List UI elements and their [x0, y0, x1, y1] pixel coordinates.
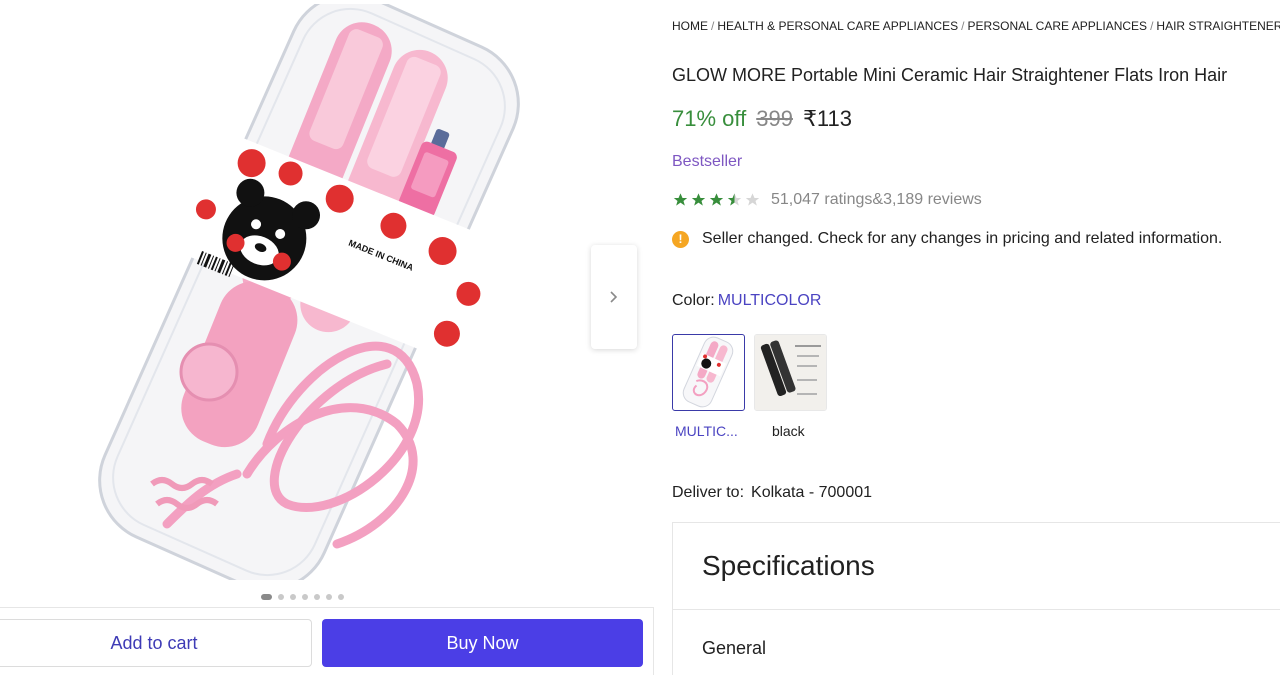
add-to-cart-button[interactable]: Add to cart	[0, 619, 312, 667]
color-selected-value: MULTICOLOR	[717, 292, 822, 309]
swatch-black-image	[755, 335, 826, 410]
ratings-separator: &	[872, 191, 884, 208]
buy-now-button[interactable]: Buy Now	[322, 619, 643, 667]
rating-row[interactable]: 51,047 ratings & 3,189 reviews	[672, 191, 982, 209]
bestseller-badge: Bestseller	[672, 153, 743, 170]
info-icon: !	[672, 230, 689, 248]
swatch-multicolor-image	[682, 336, 734, 408]
pager-dot[interactable]	[314, 594, 320, 600]
selling-price: ₹113	[802, 106, 853, 131]
swatch-black[interactable]	[754, 334, 827, 411]
pager-dot[interactable]	[302, 594, 308, 600]
deliver-to-value: Kolkata - 700001	[751, 484, 873, 501]
discount-percent: 71% off	[672, 106, 747, 131]
breadcrumb-personal-care[interactable]: PERSONAL CARE APPLIANCES	[967, 19, 1147, 33]
star-icon	[673, 193, 688, 206]
swatch-black-label: black	[772, 423, 805, 439]
star-icon	[691, 193, 706, 206]
ratings-count: 51,047 ratings	[771, 191, 873, 208]
seller-changed-notice: ! Seller changed. Check for any changes …	[672, 230, 1222, 248]
breadcrumb-hair-straighteners[interactable]: HAIR STRAIGHTENERS	[1156, 19, 1280, 33]
chevron-right-icon	[610, 291, 618, 303]
reviews-count: 3,189 reviews	[883, 191, 982, 208]
pager-dot[interactable]	[261, 594, 272, 600]
pager-dot[interactable]	[326, 594, 332, 600]
price-row: 71% off 399 ₹113	[672, 106, 852, 132]
pager-dot[interactable]	[338, 594, 344, 600]
swatch-multicolor-label: MULTIC...	[675, 423, 738, 439]
delivery-location[interactable]: Deliver to: Kolkata - 700001	[672, 484, 872, 502]
pager-dot[interactable]	[290, 594, 296, 600]
deliver-to-label: Deliver to:	[672, 484, 745, 501]
rating-stars	[672, 192, 761, 208]
product-details: HOME / HEALTH & PERSONAL CARE APPLIANCES / P…	[672, 0, 1280, 675]
breadcrumb-home[interactable]: HOME	[672, 19, 708, 33]
product-title: GLOW MORE Portable Mini Ceramic Hair Str…	[672, 65, 1228, 85]
notice-text: Seller changed. Check for any changes in…	[702, 230, 1223, 247]
color-label: Color:	[672, 292, 715, 309]
star-empty-icon	[745, 193, 760, 206]
specifications-section: Specifications General	[672, 522, 1280, 675]
purchase-action-bar: Add to cart Buy Now	[0, 607, 654, 675]
specifications-heading: Specifications	[702, 550, 875, 581]
next-image-button[interactable]	[591, 245, 637, 349]
swatch-multicolor[interactable]	[672, 334, 745, 411]
pager-dot[interactable]	[278, 594, 284, 600]
star-half-icon	[727, 193, 742, 206]
image-pager-dots	[261, 594, 344, 600]
breadcrumb: HOME / HEALTH & PERSONAL CARE APPLIANCES / P…	[672, 19, 1280, 33]
specifications-divider	[673, 609, 1280, 610]
specifications-general[interactable]: General	[702, 638, 766, 659]
star-icon	[709, 193, 724, 206]
mrp-price: 399	[756, 106, 793, 131]
color-selector-label: Color: MULTICOLOR	[672, 292, 821, 310]
product-gallery: MADE IN CHINA Add to cart Buy Now	[0, 0, 655, 675]
breadcrumb-health[interactable]: HEALTH & PERSONAL CARE APPLIANCES	[717, 19, 958, 33]
product-image[interactable]: MADE IN CHINA	[97, 4, 521, 580]
